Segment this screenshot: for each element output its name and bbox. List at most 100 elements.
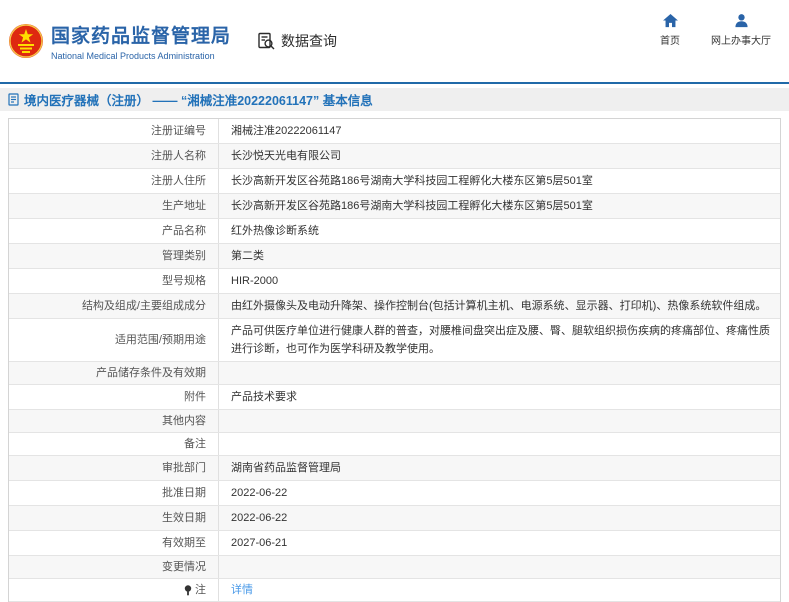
table-row: 产品储存条件及有效期 — [9, 362, 780, 385]
row-label: 型号规格 — [9, 269, 219, 293]
row-value — [219, 362, 780, 384]
table-row: 管理类别 第二类 — [9, 244, 780, 269]
detail-link[interactable]: 详情 — [231, 582, 253, 598]
row-label-text: 适用范围/预期用途 — [114, 334, 206, 346]
table-row: 审批部门 湖南省药品监督管理局 — [9, 456, 780, 481]
table-row: 产品名称 红外热像诊断系统 — [9, 219, 780, 244]
row-label-text: 注册人名称 — [151, 150, 206, 162]
row-value: 产品可供医疗单位进行健康人群的普查，对腰椎间盘突出症及腰、臀、腿软组织损伤疾病的… — [219, 319, 780, 361]
row-label: 有效期至 — [9, 531, 219, 555]
row-label: 注册证编号 — [9, 119, 219, 143]
row-label-text: 型号规格 — [162, 275, 206, 287]
row-label: 注册人名称 — [9, 144, 219, 168]
row-label-text: 批准日期 — [162, 487, 206, 499]
row-label: 注 — [9, 579, 219, 601]
row-label: 审批部门 — [9, 456, 219, 480]
row-label-text: 其他内容 — [162, 415, 206, 427]
row-label-text: 备注 — [184, 438, 206, 450]
row-value: 长沙高新开发区谷苑路186号湖南大学科技园工程孵化大楼东区第5层501室 — [219, 169, 780, 193]
row-value: 红外热像诊断系统 — [219, 219, 780, 243]
row-label: 适用范围/预期用途 — [9, 319, 219, 361]
info-table: 注册证编号 湘械注准20222061147 注册人名称 长沙悦天光电有限公司注册人住所… — [8, 118, 781, 602]
table-row: 批准日期 2022-06-22 — [9, 481, 780, 506]
row-value: 详情 — [219, 579, 780, 601]
nav-home-label: 首页 — [660, 36, 680, 47]
document-search-icon — [257, 32, 276, 51]
row-value: 长沙悦天光电有限公司 — [219, 144, 780, 168]
nav-item-online-hall[interactable]: 网上办事大厅 — [711, 14, 771, 47]
table-row: 注册人名称 长沙悦天光电有限公司 — [9, 144, 780, 169]
row-label: 产品名称 — [9, 219, 219, 243]
user-icon — [734, 14, 749, 28]
table-row: 注册人住所 长沙高新开发区谷苑路186号湖南大学科技园工程孵化大楼东区第5层501… — [9, 169, 780, 194]
table-row: 有效期至 2027-06-21 — [9, 531, 780, 556]
row-value-text: 长沙高新开发区谷苑路186号湖南大学科技园工程孵化大楼东区第5层501室 — [231, 175, 593, 187]
table-row: 生产地址 长沙高新开发区谷苑路186号湖南大学科技园工程孵化大楼东区第5层501室 — [9, 194, 780, 219]
row-value: 湖南省药品监督管理局 — [219, 456, 780, 480]
page-title: 境内医疗器械（注册） —— “湘械注准20222061147” 基本信息 — [24, 94, 373, 108]
row-value: 2022-06-22 — [219, 506, 780, 530]
page-title-band: 境内医疗器械（注册） —— “湘械注准20222061147” 基本信息 — [0, 88, 789, 111]
row-value-text: 2022-06-22 — [231, 487, 288, 499]
row-value: 由红外摄像头及电动升降架、操作控制台(包括计算机主机、电源系统、显示器、打印机)… — [219, 294, 780, 318]
row-value-text: 2022-06-22 — [231, 512, 288, 524]
row-value — [219, 410, 780, 432]
row-value-text: 湖南省药品监督管理局 — [231, 462, 341, 474]
row-value-text: 产品技术要求 — [231, 391, 297, 403]
row-value-text: 第二类 — [231, 250, 264, 262]
document-icon — [8, 93, 19, 106]
row-label: 生产地址 — [9, 194, 219, 218]
row-value-text: 湘械注准20222061147 — [231, 125, 342, 137]
row-label: 生效日期 — [9, 506, 219, 530]
page-header: 国家药品监督管理局 National Medical Products Admi… — [0, 0, 789, 84]
row-value-text: 长沙悦天光电有限公司 — [231, 150, 341, 162]
table-row: 型号规格 HIR-2000 — [9, 269, 780, 294]
row-value: 长沙高新开发区谷苑路186号湖南大学科技园工程孵化大楼东区第5层501室 — [219, 194, 780, 218]
row-label-text: 变更情况 — [162, 561, 206, 573]
table-row: 适用范围/预期用途 产品可供医疗单位进行健康人群的普查，对腰椎间盘突出症及腰、臀、… — [9, 319, 780, 362]
row-value: 2022-06-22 — [219, 481, 780, 505]
row-value: 产品技术要求 — [219, 385, 780, 409]
row-label-text: 生效日期 — [162, 512, 206, 524]
row-value: 第二类 — [219, 244, 780, 268]
table-row: 生效日期 2022-06-22 — [9, 506, 780, 531]
table-row: 附件 产品技术要求 — [9, 385, 780, 410]
row-value: 湘械注准20222061147 — [219, 119, 780, 143]
row-label-text: 有效期至 — [162, 537, 206, 549]
china-national-emblem-icon — [8, 23, 44, 59]
row-label-text: 管理类别 — [162, 250, 206, 262]
row-label: 管理类别 — [9, 244, 219, 268]
table-row: 其他内容 — [9, 410, 780, 433]
brand-title: 国家药品监督管理局 — [51, 26, 232, 47]
row-label: 变更情况 — [9, 556, 219, 578]
row-value-text: 产品可供医疗单位进行健康人群的普查，对腰椎间盘突出症及腰、臀、腿软组织损伤疾病的… — [231, 325, 770, 355]
table-row: 变更情况 — [9, 556, 780, 579]
row-label: 备注 — [9, 433, 219, 455]
row-label-text: 注册人住所 — [151, 175, 206, 187]
nav-item-home[interactable]: 首页 — [653, 14, 687, 47]
row-label-text: 注 — [195, 584, 206, 596]
row-value — [219, 433, 780, 455]
row-label-text: 产品名称 — [162, 225, 206, 237]
row-label-text: 结构及组成/主要组成成分 — [81, 300, 206, 312]
table-row: 注 详情 — [9, 579, 780, 602]
row-value-text: 红外热像诊断系统 — [231, 225, 319, 237]
row-label: 批准日期 — [9, 481, 219, 505]
row-label: 产品储存条件及有效期 — [9, 362, 219, 384]
brand-subtitle: National Medical Products Administration — [51, 51, 215, 61]
row-value-text: 由红外摄像头及电动升降架、操作控制台(包括计算机主机、电源系统、显示器、打印机)… — [231, 300, 767, 312]
row-label-text: 产品储存条件及有效期 — [96, 367, 206, 379]
row-label: 注册人住所 — [9, 169, 219, 193]
row-label: 其他内容 — [9, 410, 219, 432]
nmpa-brand: 国家药品监督管理局 National Medical Products Admi… — [8, 21, 231, 61]
row-value-text: HIR-2000 — [231, 275, 279, 287]
note-icon — [184, 584, 192, 596]
table-row: 结构及组成/主要组成成分 由红外摄像头及电动升降架、操作控制台(包括计算机主机、电… — [9, 294, 780, 319]
row-value-text: 长沙高新开发区谷苑路186号湖南大学科技园工程孵化大楼东区第5层501室 — [231, 200, 593, 212]
row-label-text: 注册证编号 — [151, 125, 206, 137]
home-icon — [662, 14, 678, 28]
row-label: 附件 — [9, 385, 219, 409]
table-row: 备注 — [9, 433, 780, 456]
row-value: 2027-06-21 — [219, 531, 780, 555]
data-query-nav[interactable]: 数据查询 — [257, 31, 337, 51]
